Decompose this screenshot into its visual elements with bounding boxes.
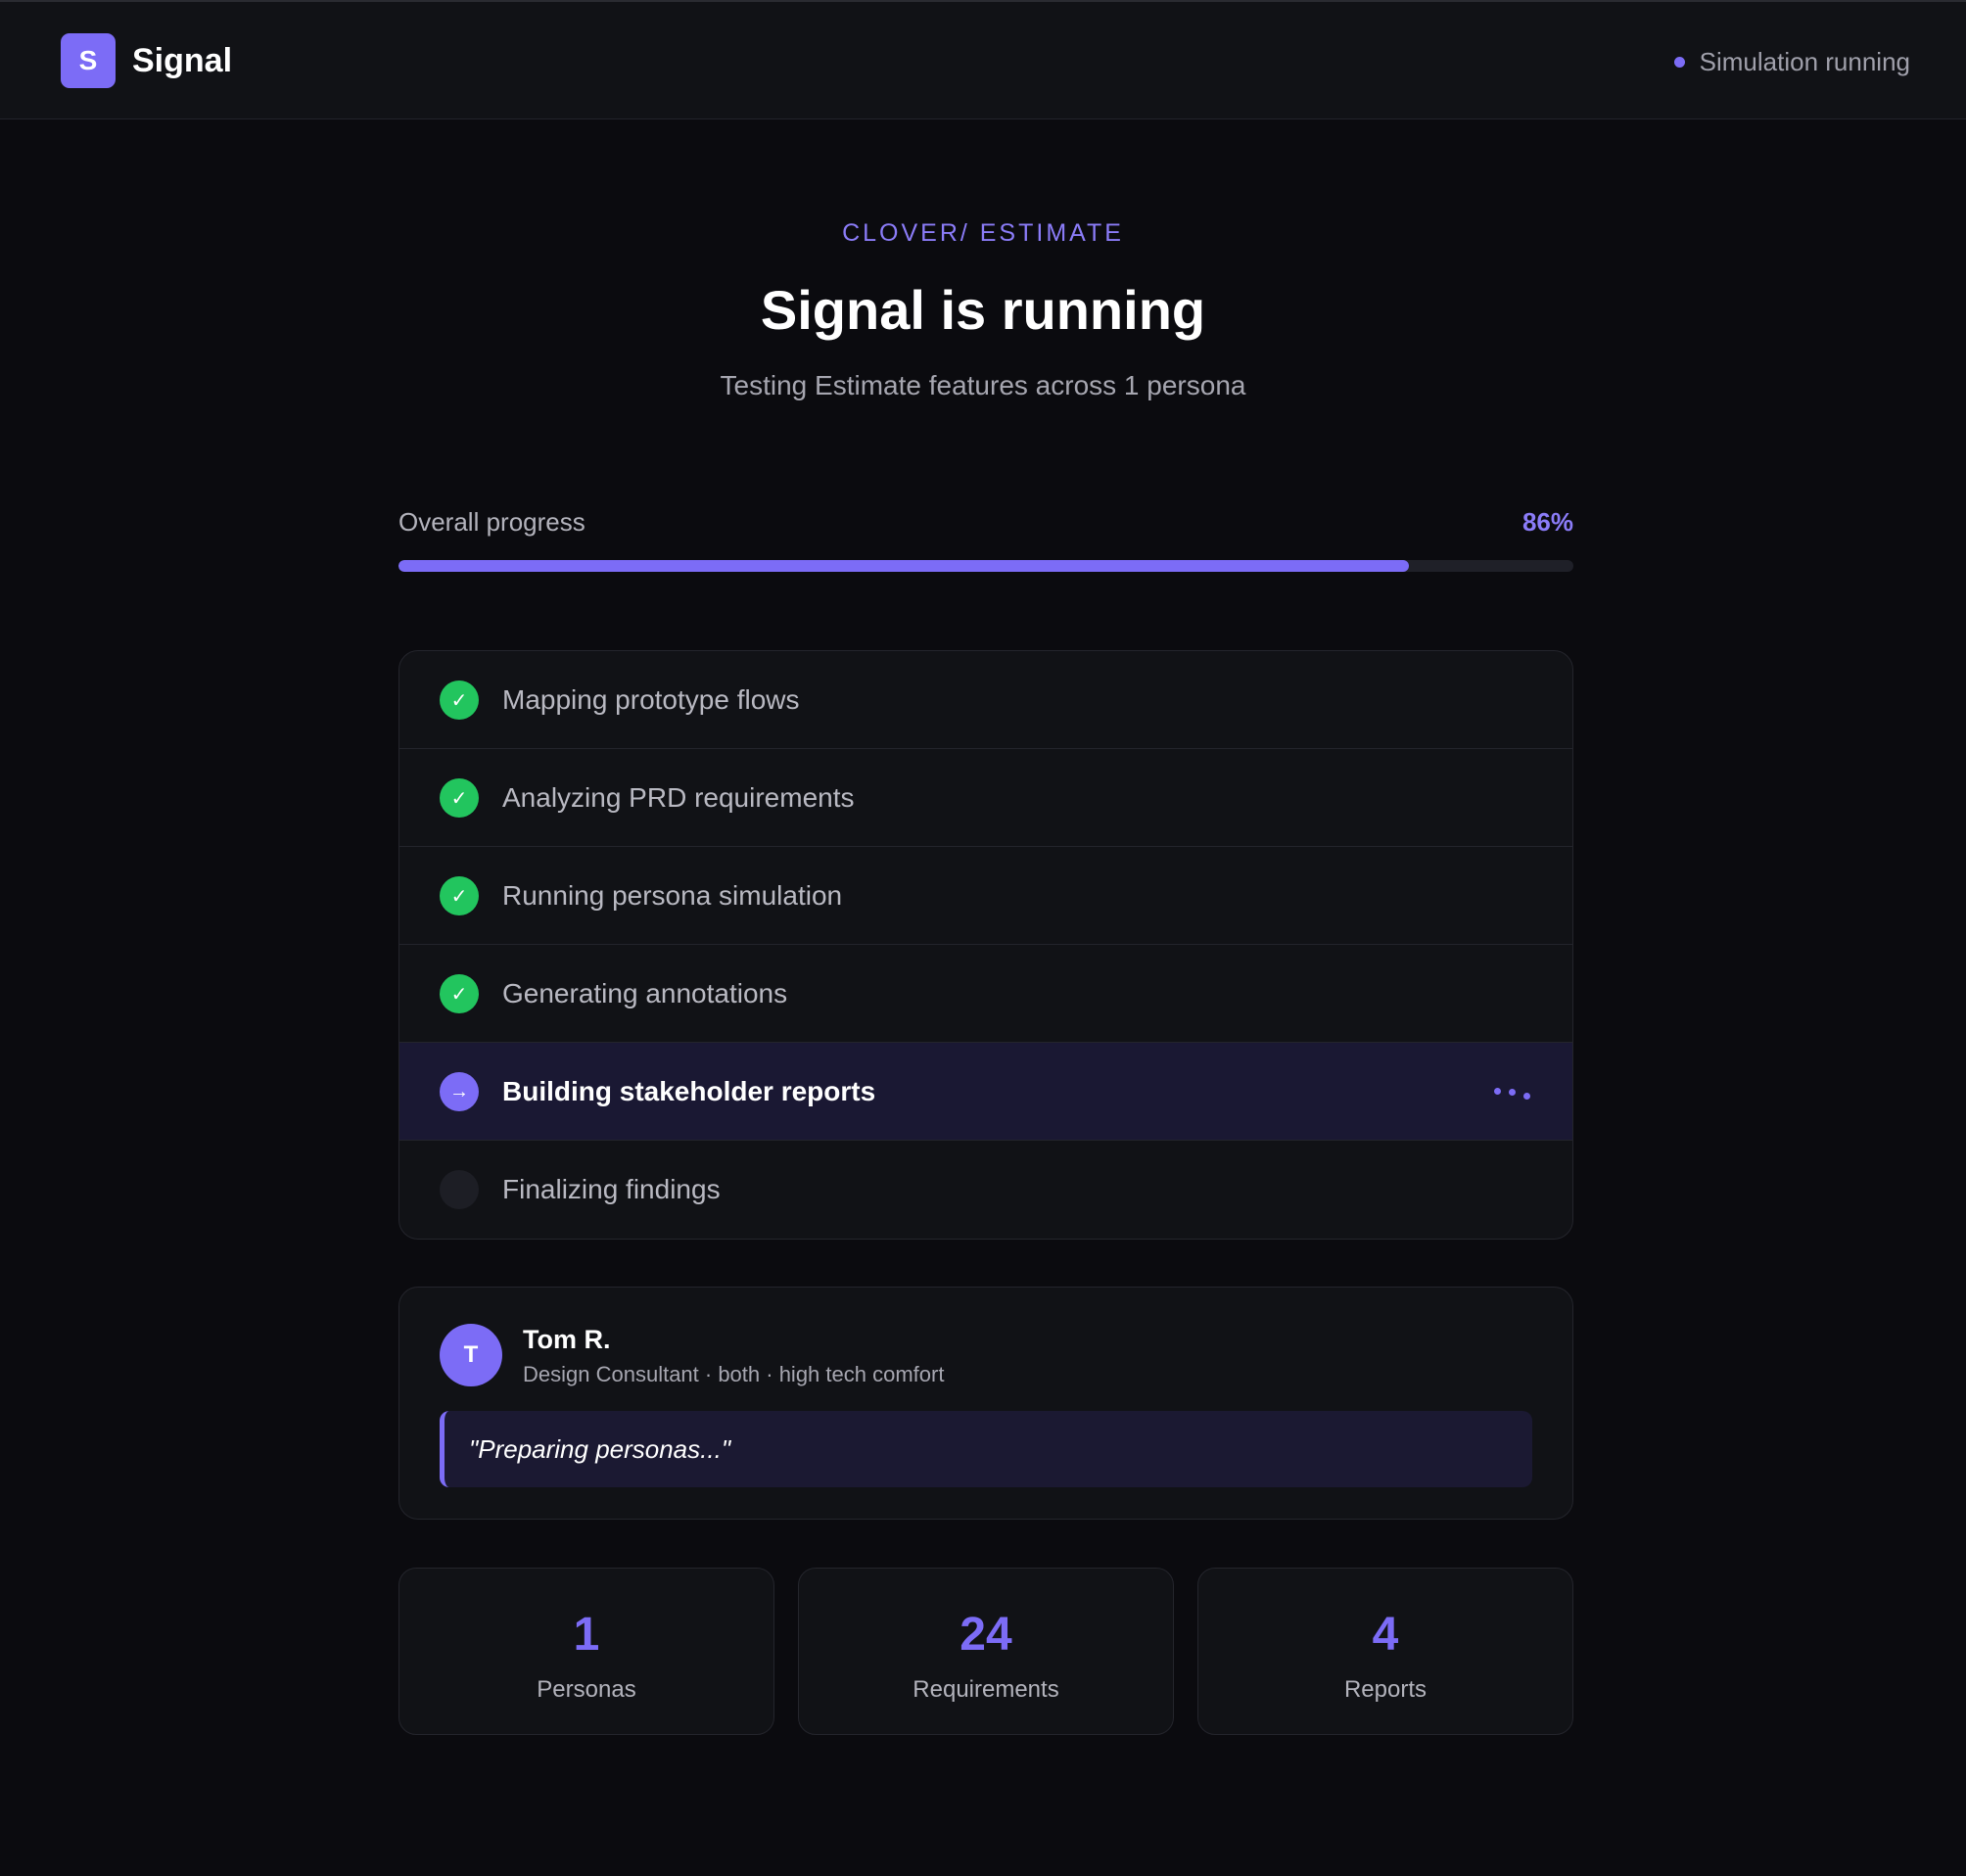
page: S Signal Simulation running CLOVER/ ESTI… [0, 0, 1966, 1876]
step-item: ✓ Running persona simulation [399, 847, 1572, 945]
pending-circle-icon [440, 1170, 479, 1209]
stat-value: 4 [1372, 1609, 1399, 1661]
step-item-active: → Building stakeholder reports [399, 1043, 1572, 1141]
progress-percent: 86% [1521, 507, 1573, 537]
step-label: Mapping prototype flows [502, 683, 800, 715]
loading-dots-icon [1494, 1086, 1533, 1102]
step-item: ✓ Analyzing PRD requirements [399, 749, 1572, 847]
top-bar: S Signal Simulation running [0, 0, 1966, 119]
stat-card-reports: 4 Reports [1197, 1568, 1573, 1735]
persona-card: T Tom R. Design Consultant · both · high… [398, 1287, 1573, 1520]
step-label: Building stakeholder reports [502, 1075, 876, 1106]
persona-name: Tom R. [523, 1325, 611, 1354]
arrow-right-icon: → [440, 1072, 479, 1111]
status-text: Simulation running [1699, 47, 1910, 76]
persona-details: Design Consultant · both · high tech com… [523, 1362, 945, 1386]
step-label: Running persona simulation [502, 879, 843, 911]
stat-value: 1 [573, 1609, 600, 1661]
simulation-status: Simulation running [1673, 47, 1910, 77]
project-breadcrumb: CLOVER/ ESTIMATE [842, 219, 1124, 247]
steps-list: ✓ Mapping prototype flows ✓ Analyzing PR… [398, 650, 1573, 1240]
avatar: T [440, 1324, 502, 1386]
page-subtitle: Testing Estimate features across 1 perso… [720, 370, 1246, 400]
progress-bar [398, 560, 1573, 572]
check-icon: ✓ [440, 974, 479, 1013]
brand[interactable]: S Signal [61, 33, 232, 88]
stat-label: Reports [1343, 1676, 1428, 1703]
step-item: Finalizing findings [399, 1141, 1572, 1239]
step-label: Generating annotations [502, 977, 788, 1008]
stat-card-requirements: 24 Requirements [798, 1568, 1174, 1735]
persona-quote: "Preparing personas..." [440, 1411, 1532, 1487]
logo-mark: S [61, 33, 116, 88]
check-icon: ✓ [440, 680, 479, 720]
progress-bar-fill [398, 560, 1409, 572]
stat-value: 24 [960, 1609, 1012, 1661]
stat-label: Requirements [913, 1676, 1059, 1703]
stat-label: Personas [537, 1676, 636, 1703]
app-name: Signal [132, 41, 233, 79]
status-dot-icon [1673, 57, 1685, 68]
page-title: Signal is running [760, 279, 1206, 341]
step-label: Finalizing findings [502, 1174, 721, 1204]
stat-card-personas: 1 Personas [398, 1568, 774, 1735]
check-icon: ✓ [440, 778, 479, 818]
progress-label: Overall progress [398, 507, 585, 537]
step-label: Analyzing PRD requirements [502, 781, 855, 813]
step-item: ✓ Generating annotations [399, 945, 1572, 1043]
step-item: ✓ Mapping prototype flows [399, 651, 1572, 749]
check-icon: ✓ [440, 876, 479, 915]
